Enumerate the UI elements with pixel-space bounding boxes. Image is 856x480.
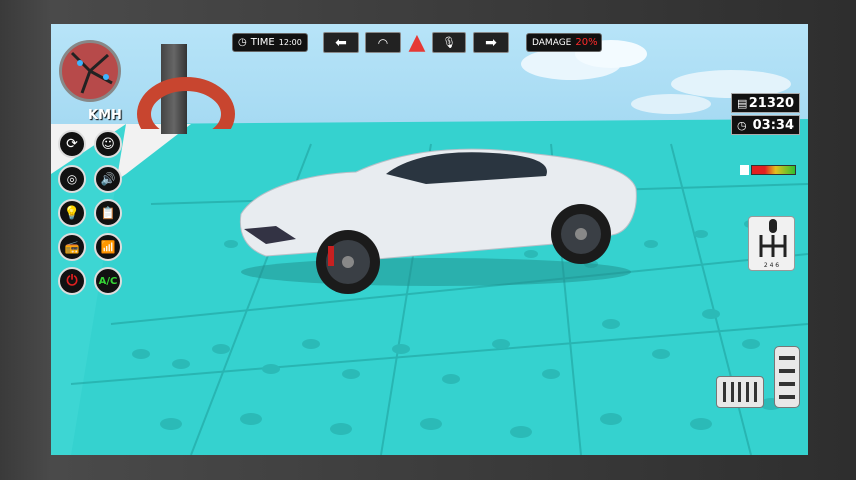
time-display: ◷ TIME 12:00 <box>232 33 308 52</box>
hazard-icon: ▲ <box>408 29 426 55</box>
arrow-left-icon: ⬅ <box>335 34 347 51</box>
power-icon: ⏻ <box>66 273 78 289</box>
arrow-right-icon: ➡ <box>485 34 497 51</box>
headlight-button[interactable]: 💡 <box>58 199 86 227</box>
headlight-icon: 💡 <box>63 205 81 221</box>
accelerator-pedal[interactable] <box>774 346 800 408</box>
horn-button[interactable]: ◎ <box>58 165 86 193</box>
mission-button[interactable]: 📋 <box>94 199 122 227</box>
clock-icon: ◷ <box>238 37 247 48</box>
time-label: TIME <box>250 37 275 48</box>
minimap[interactable] <box>59 40 121 102</box>
fuel-icon <box>740 165 749 175</box>
stopwatch-icon: ◷ <box>737 118 747 132</box>
radio-icon: 📻 <box>64 240 80 254</box>
damage-label: DAMAGE <box>532 37 572 48</box>
voice-button[interactable]: 🎙 <box>432 32 466 53</box>
engine-power-button[interactable]: ⏻ <box>58 267 86 295</box>
gear-labels: 2 4 6 <box>763 262 780 269</box>
fuel-gauge <box>740 164 796 176</box>
horn-icon: ◎ <box>66 172 78 186</box>
damage-display: DAMAGE 20% <box>526 33 602 52</box>
minimap-roads <box>70 51 113 94</box>
speed-unit: KMH <box>88 108 122 123</box>
left-indicator-button[interactable]: ⬅ <box>323 32 359 53</box>
ac-icon: A/C <box>98 275 118 287</box>
volume-button[interactable]: 🔊 <box>94 165 122 193</box>
brake-pedal[interactable] <box>716 376 764 408</box>
coins-display: ▤ 21320 <box>731 93 800 113</box>
gear-pattern <box>759 235 787 257</box>
refresh-icon: ⟳ <box>66 136 78 152</box>
ac-button[interactable]: A/C <box>94 267 122 295</box>
volume-icon: 🔊 <box>100 172 116 186</box>
driver-icon: ☺ <box>101 136 115 152</box>
speedometer-button[interactable]: ◠ <box>365 32 401 53</box>
reset-button[interactable]: ⟳ <box>58 130 86 158</box>
hazard-button[interactable]: ▲ <box>404 29 430 55</box>
timer-value: 03:34 <box>752 117 794 133</box>
red-ring-obstacle <box>137 77 235 129</box>
microphone-icon: 🎙 <box>442 36 456 49</box>
timer-display: ◷ 03:34 <box>731 115 800 135</box>
network-button[interactable]: 📶 <box>94 233 122 261</box>
gear-knob <box>769 219 777 233</box>
clipboard-icon: 📋 <box>100 206 116 220</box>
coins-icon: ▤ <box>737 96 748 110</box>
driver-button[interactable]: ☺ <box>94 130 122 158</box>
right-indicator-button[interactable]: ➡ <box>473 32 509 53</box>
time-value: 12:00 <box>278 38 302 47</box>
fuel-level-bar <box>751 165 796 175</box>
gear-shifter[interactable]: 2 4 6 <box>748 216 795 271</box>
damage-value: 20% <box>575 37 598 48</box>
game-viewport[interactable] <box>51 24 808 455</box>
speedometer-icon: ◠ <box>377 35 389 50</box>
sports-car[interactable] <box>236 134 646 304</box>
coins-value: 21320 <box>748 95 794 111</box>
wifi-icon: 📶 <box>100 240 116 254</box>
radio-button[interactable]: 📻 <box>58 233 86 261</box>
